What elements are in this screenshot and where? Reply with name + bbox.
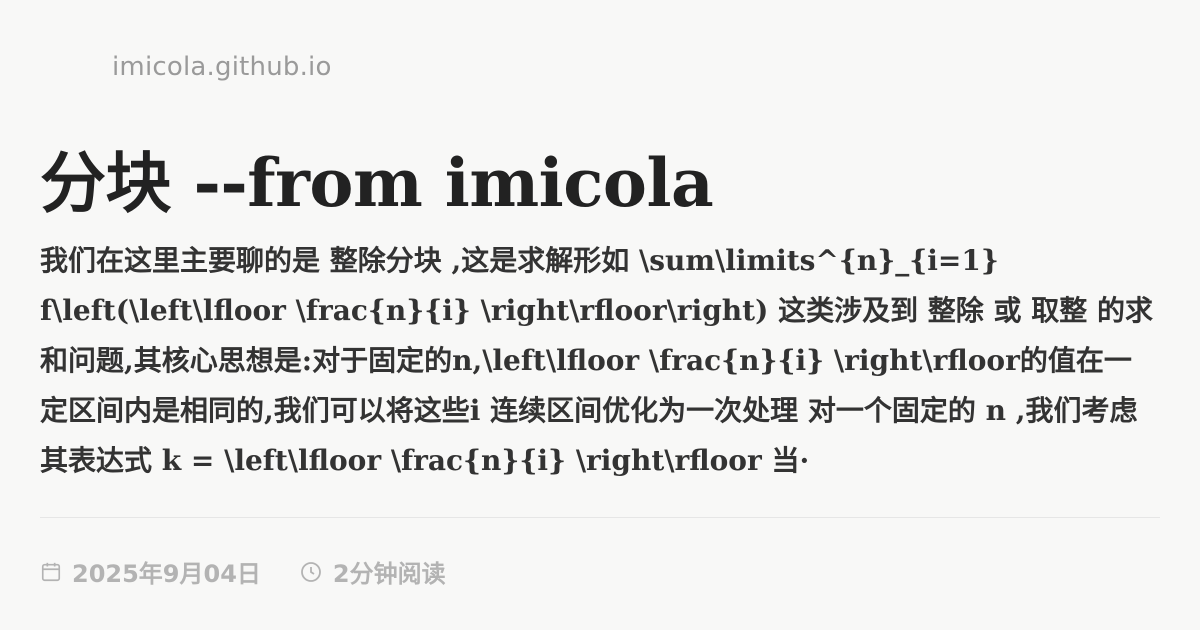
post-meta: 2025年9月04日 2分钟阅读 xyxy=(40,554,446,589)
clock-icon xyxy=(301,561,321,582)
post-title[interactable]: 分块 --from imicola xyxy=(40,130,714,226)
post-date-label: 2025年9月04日 xyxy=(72,560,261,588)
site-domain[interactable]: imicola.github.io xyxy=(112,52,332,82)
calendar-icon xyxy=(41,562,61,581)
post-read-time: 2分钟阅读 xyxy=(299,554,446,589)
post-date: 2025年9月04日 xyxy=(40,554,261,589)
post-excerpt: 我们在这里主要聊的是 整除分块 ,这是求解形如 \sum\limits^{n}_… xyxy=(40,244,1154,477)
divider xyxy=(40,517,1160,518)
post-read-time-label: 2分钟阅读 xyxy=(332,560,446,588)
